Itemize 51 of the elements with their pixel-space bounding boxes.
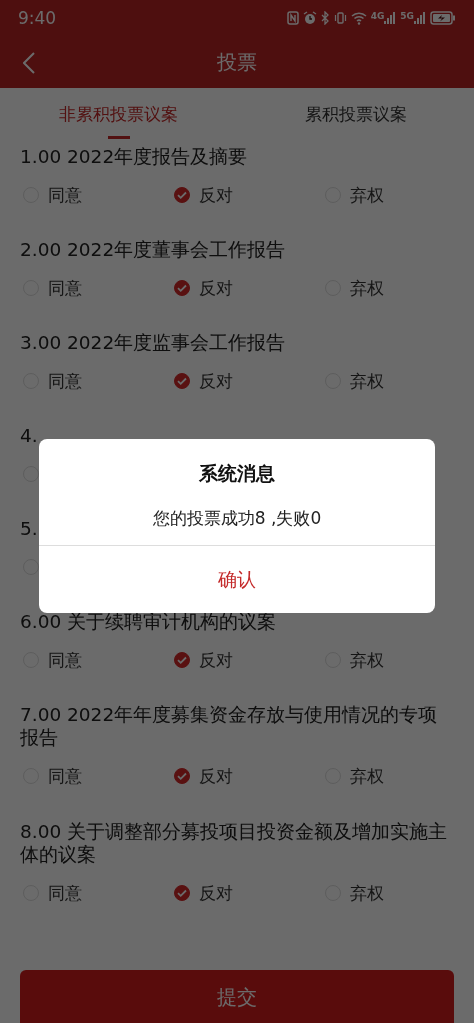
nfc-icon [286, 11, 299, 25]
radio-checked-icon[interactable] [174, 652, 190, 668]
confirm-button[interactable]: 确认 [39, 545, 435, 613]
radio-checked-icon[interactable] [174, 280, 190, 296]
radio-option[interactable]: 弃权 [322, 881, 473, 905]
radio-option[interactable]: 弃权 [322, 183, 473, 207]
proposal-title: 2.00 2022年度董事会工作报告 [20, 238, 286, 261]
radio-option[interactable]: 弃权 [322, 764, 473, 788]
signal-icon [414, 12, 426, 24]
wifi-icon [350, 11, 367, 25]
proposal-title: 6.00 关于续聘审计机构的议案 [20, 610, 277, 633]
page-title: 投票 [217, 48, 257, 76]
proposal-title: 3.00 2022年度监事会工作报告 [20, 331, 286, 354]
radio-option[interactable]: 弃权 [322, 276, 473, 300]
bluetooth-icon [320, 11, 330, 25]
proposal-title: 7.00 2022年年度募集资金存放与使用情况的专项报告 [20, 703, 439, 749]
battery-charging-icon [430, 11, 456, 25]
tab[interactable]: 非累积投票议案 [0, 88, 237, 140]
radio-option[interactable]: 同意 [20, 881, 171, 905]
radio-option[interactable]: 反对 [171, 276, 322, 300]
signal-icon [384, 12, 397, 24]
dialog-message: 您的投票成功8 ,失败0 [152, 507, 322, 530]
network-label: 5G [400, 12, 414, 21]
radio-option[interactable]: 反对 [171, 369, 322, 393]
radio-checked-icon[interactable] [174, 768, 190, 784]
radio-option[interactable]: 反对 [171, 183, 322, 207]
alarm-icon [302, 11, 317, 25]
radio-option[interactable]: 反对 [171, 764, 322, 788]
radio-checked-icon[interactable] [174, 187, 190, 203]
back-button[interactable] [22, 51, 36, 75]
radio-option[interactable]: 反对 [171, 881, 322, 905]
radio-option[interactable]: 同意 [20, 369, 171, 393]
radio-option[interactable]: 同意 [20, 648, 171, 672]
tab[interactable]: 累积投票议案 [237, 88, 474, 140]
proposal-title: 5. [20, 517, 38, 540]
status-time: 9:40 [18, 8, 57, 28]
proposal-title: 8.00 关于调整部分募投项目投资金额及增加实施主体的议案 [20, 820, 449, 866]
radio-option[interactable]: 弃权 [322, 369, 473, 393]
network-label: 4G [370, 12, 385, 21]
radio-option[interactable]: 同意 [20, 183, 171, 207]
radio-checked-icon[interactable] [174, 373, 190, 389]
dialog-title: 系统消息 [199, 461, 275, 486]
radio-option[interactable]: 同意 [20, 276, 171, 300]
radio-option[interactable]: 反对 [171, 648, 322, 672]
submit-button[interactable]: 提交 [20, 970, 454, 1023]
radio-option[interactable]: 同意 [20, 764, 171, 788]
vibrate-icon [333, 11, 347, 25]
proposal-title: 4. [20, 424, 38, 447]
radio-checked-icon[interactable] [174, 885, 190, 901]
proposal-title: 1.00 2022年度报告及摘要 [20, 145, 248, 168]
radio-option[interactable]: 弃权 [322, 648, 473, 672]
